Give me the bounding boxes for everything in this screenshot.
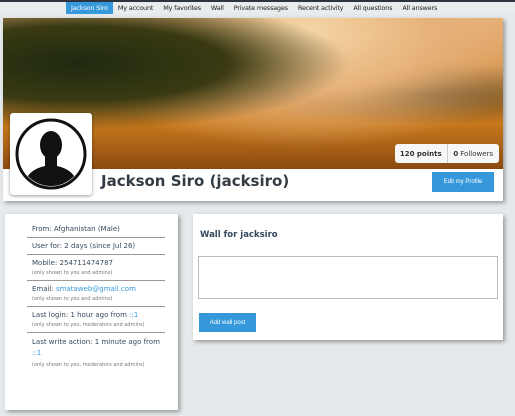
from-text: From: Afghanistan (Male) <box>32 225 120 233</box>
last-write-note: (only shown to you, moderators and admin… <box>32 362 145 369</box>
points-count: 120 points <box>395 144 448 163</box>
followers-count[interactable]: 0 Followers <box>448 144 500 163</box>
info-user-for: User for: 2 days (since Jul 26) <box>27 238 165 255</box>
mobile-note: (only shown to you and admins) <box>32 270 113 276</box>
last-login-label: Last login: 1 hour ago from <box>32 311 130 319</box>
followers-number: 0 <box>453 149 459 158</box>
user-for-text: User for: 2 days (since Jul 26) <box>32 242 136 250</box>
nav-wall[interactable]: Wall <box>206 2 229 14</box>
mobile-text: Mobile: 254711474787 <box>32 259 113 267</box>
user-silhouette-icon <box>15 118 87 190</box>
last-login-note: (only shown to you, moderators and admin… <box>32 322 145 328</box>
last-write-label: Last write action: 1 minute ago from <box>32 338 160 346</box>
last-login-ip-link[interactable]: ::1 <box>129 311 138 319</box>
nav-all-answers[interactable]: All answers <box>397 2 442 14</box>
add-wall-post-button[interactable]: Add wall post <box>199 313 256 332</box>
profile-header: 120 points 0 Followers Jackson Siro (jack… <box>3 18 503 201</box>
profile-name: Jackson Siro (jacksiro) <box>101 172 290 190</box>
wall-title: Wall for jacksiro <box>200 230 278 240</box>
stats-box: 120 points 0 Followers <box>395 144 499 163</box>
edit-profile-button[interactable]: Edit my Profile <box>432 172 494 192</box>
info-last-login: Last login: 1 hour ago from ::1(only sho… <box>27 307 165 333</box>
followers-label: Followers <box>460 149 494 158</box>
avatar <box>10 113 92 195</box>
info-last-write: Last write action: 1 minute ago from ::1… <box>27 333 165 372</box>
info-email: Email: smataweb@gmail.com (only shown to … <box>27 281 165 307</box>
info-mobile: Mobile: 254711474787 (only shown to you a… <box>27 255 165 281</box>
last-write-ip-link[interactable]: ::1 <box>32 349 41 357</box>
wall-post-input[interactable] <box>198 256 498 299</box>
nav-jackson-siro[interactable]: Jackson Siro <box>66 2 113 14</box>
info-from: From: Afghanistan (Male) <box>27 221 165 238</box>
email-label: Email: <box>32 285 57 293</box>
nav-all-questions[interactable]: All questions <box>348 2 397 14</box>
user-info-panel: From: Afghanistan (Male) User for: 2 day… <box>5 214 178 410</box>
wall-panel: Wall for jacksiro Add wall post <box>193 214 503 340</box>
user-nav: Jackson Siro My account My favorites Wal… <box>0 2 515 14</box>
nav-my-favorites[interactable]: My favorites <box>158 2 206 14</box>
nav-recent-activity[interactable]: Recent activity <box>293 2 349 14</box>
email-link[interactable]: smataweb@gmail.com <box>56 285 136 293</box>
nav-private-messages[interactable]: Private messages <box>229 2 293 14</box>
email-note: (only shown to you and admins) <box>32 296 113 302</box>
nav-my-account[interactable]: My account <box>113 2 158 14</box>
